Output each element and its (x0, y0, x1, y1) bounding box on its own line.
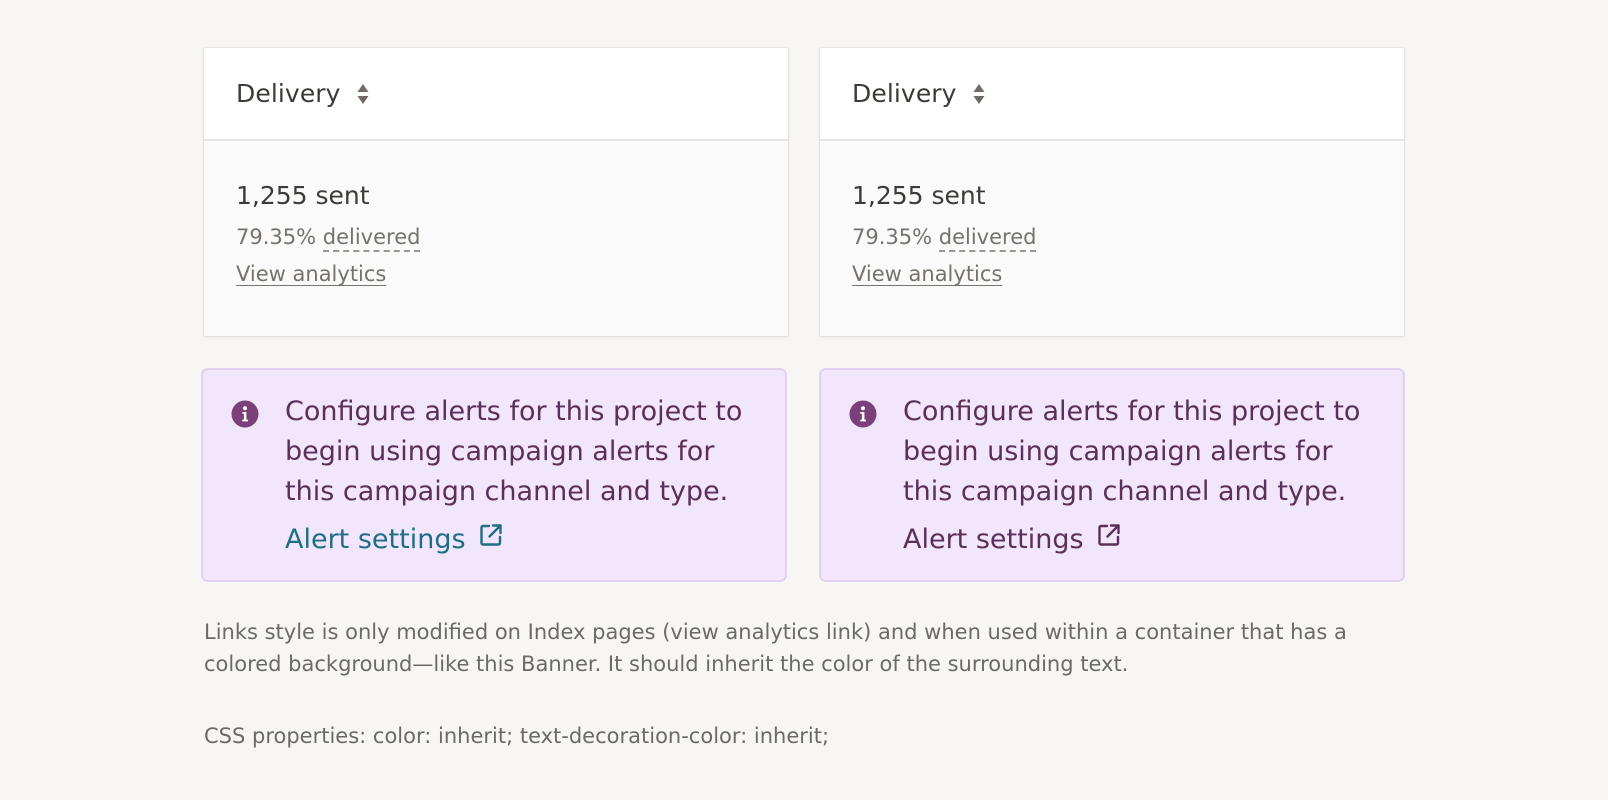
css-note: CSS properties: color: inherit; text-dec… (204, 724, 830, 748)
delivered-tooltip-trigger[interactable]: delivered (322, 225, 421, 252)
alert-settings-label: Alert settings (903, 524, 1084, 555)
sent-count: 1,255 sent (236, 181, 370, 210)
card-header: Delivery (204, 48, 788, 141)
delivery-rate-value: 79.35% (236, 225, 317, 249)
delivered-tooltip-trigger[interactable]: delivered (938, 225, 1037, 252)
external-link-icon (478, 522, 504, 558)
alert-settings-link[interactable]: Alert settings (903, 522, 1122, 558)
delivery-rate: 79.35% delivered (236, 223, 756, 252)
delivery-card: Delivery 1,255 sent 79.35% delivered Vie… (204, 48, 788, 336)
delivery-rate: 79.35% delivered (852, 223, 1372, 252)
alert-settings-link[interactable]: Alert settings (285, 522, 504, 558)
delivery-card: Delivery 1,255 sent 79.35% delivered Vie… (820, 48, 1404, 336)
card-body: 1,255 sent 79.35% delivered View analyti… (820, 141, 1404, 288)
card-title: Delivery (236, 79, 341, 108)
sort-icon[interactable] (973, 83, 985, 105)
delivery-rate-value: 79.35% (852, 225, 933, 249)
info-icon (849, 400, 877, 432)
info-banner: Configure alerts for this project to beg… (201, 368, 787, 582)
info-banner: Configure alerts for this project to beg… (819, 368, 1405, 582)
sent-count: 1,255 sent (852, 181, 986, 210)
banners-row: Configure alerts for this project to beg… (201, 368, 1405, 582)
description-note: Links style is only modified on Index pa… (204, 620, 1347, 676)
view-analytics-link[interactable]: View analytics (236, 260, 386, 288)
view-analytics-link[interactable]: View analytics (852, 260, 1002, 288)
alert-settings-label: Alert settings (285, 524, 466, 555)
banner-message: Configure alerts for this project to beg… (285, 396, 743, 507)
info-icon (231, 400, 259, 432)
sort-icon[interactable] (357, 83, 369, 105)
card-header: Delivery (820, 48, 1404, 141)
banner-message: Configure alerts for this project to beg… (903, 396, 1361, 507)
card-title: Delivery (852, 79, 957, 108)
external-link-icon (1096, 522, 1122, 558)
card-body: 1,255 sent 79.35% delivered View analyti… (204, 141, 788, 288)
cards-row: Delivery 1,255 sent 79.35% delivered Vie… (204, 48, 1404, 336)
